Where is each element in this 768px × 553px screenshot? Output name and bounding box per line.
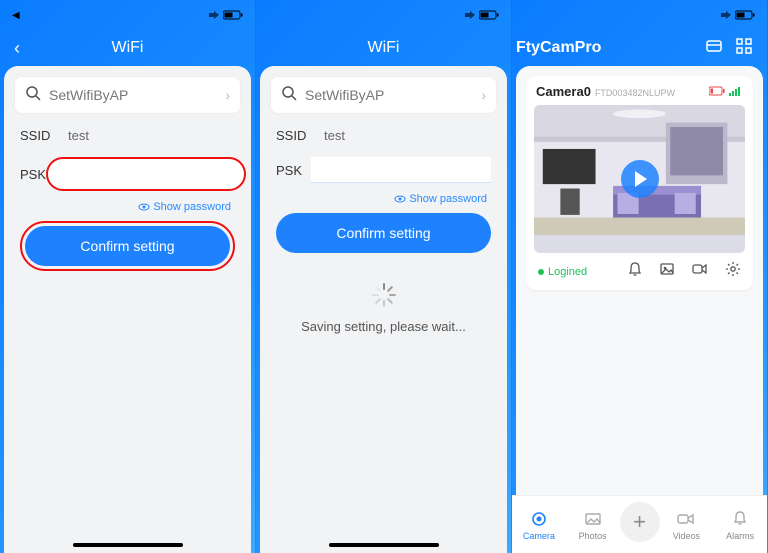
play-button[interactable] — [621, 160, 659, 198]
setwifi-row[interactable]: SetWifiByAP › — [270, 76, 497, 114]
confirm-highlight: Confirm setting — [20, 221, 235, 271]
grid-view-icon[interactable] — [735, 37, 753, 60]
chevron-right-icon: › — [481, 87, 486, 103]
setwifi-label: SetWifiByAP — [305, 87, 481, 103]
ssid-value: test — [68, 128, 235, 143]
tab-videos[interactable]: Videos — [660, 509, 714, 541]
psk-input[interactable] — [311, 157, 491, 183]
battery-icon — [464, 10, 499, 20]
eye-icon — [138, 201, 150, 213]
photos-tab-icon — [566, 509, 620, 529]
camera-tab-icon — [512, 509, 566, 529]
back-icon[interactable]: ‹ — [14, 38, 20, 59]
spinner-icon — [370, 281, 398, 309]
ssid-value: test — [324, 128, 491, 143]
show-password-link[interactable]: Show password — [276, 193, 487, 205]
add-button[interactable]: + — [620, 502, 660, 542]
tab-camera[interactable]: Camera — [512, 509, 566, 541]
camera-card: Camera0 FTD003482NLUPW — [526, 76, 753, 290]
camera-indicators — [709, 86, 743, 96]
chevron-right-icon: › — [225, 87, 230, 103]
status-bar: ◀ — [0, 0, 255, 30]
ssid-label: SSID — [20, 128, 68, 143]
psk-field: PSK — [20, 157, 235, 191]
videos-tab-icon — [660, 509, 714, 529]
signal-icon: ◀ — [12, 10, 19, 21]
psk-field: PSK — [276, 157, 491, 183]
tab-photos[interactable]: Photos — [566, 509, 620, 541]
psk-label: PSK — [20, 167, 46, 182]
search-icon — [25, 85, 41, 106]
tab-bar: Camera Photos + Videos Alarms — [512, 495, 767, 553]
setwifi-label: SetWifiByAP — [49, 87, 225, 103]
navbar: WiFi — [256, 30, 511, 66]
card-view-icon[interactable] — [705, 37, 723, 60]
navbar: FtyCamPro — [512, 30, 767, 66]
navbar: ‹ WiFi — [0, 30, 255, 66]
battery-low-icon — [709, 86, 725, 96]
camera-name: Camera0 — [536, 84, 591, 99]
ssid-field: SSID test — [20, 128, 235, 143]
signal-bars-icon — [729, 86, 743, 96]
alarms-tab-icon — [713, 509, 767, 529]
battery-icon — [720, 10, 755, 20]
camera-thumbnail[interactable] — [534, 105, 745, 253]
home-indicator — [73, 543, 183, 547]
photo-icon[interactable] — [659, 261, 675, 282]
battery-icon — [208, 10, 243, 20]
eye-icon — [394, 193, 406, 205]
show-password-link[interactable]: Show password — [20, 201, 231, 213]
setwifi-row[interactable]: SetWifiByAP › — [14, 76, 241, 114]
status-bar — [512, 0, 767, 30]
confirm-button[interactable]: Confirm setting — [25, 226, 230, 266]
status-bar — [256, 0, 511, 30]
gear-icon[interactable] — [725, 261, 741, 282]
home-indicator — [329, 543, 439, 547]
video-icon[interactable] — [691, 261, 709, 282]
page-title: WiFi — [0, 39, 255, 57]
psk-label: PSK — [276, 163, 311, 178]
status-badge: Logined — [538, 266, 587, 278]
camera-id: FTD003482NLUPW — [595, 88, 709, 98]
psk-input[interactable] — [46, 157, 246, 191]
ssid-label: SSID — [276, 128, 324, 143]
bell-icon[interactable] — [627, 261, 643, 282]
tab-alarms[interactable]: Alarms — [713, 509, 767, 541]
saving-text: Saving setting, please wait... — [270, 319, 497, 334]
search-icon — [281, 85, 297, 106]
ssid-field: SSID test — [276, 128, 491, 143]
page-title: WiFi — [256, 39, 511, 57]
saving-indicator: Saving setting, please wait... — [270, 281, 497, 334]
confirm-button[interactable]: Confirm setting — [276, 213, 491, 253]
